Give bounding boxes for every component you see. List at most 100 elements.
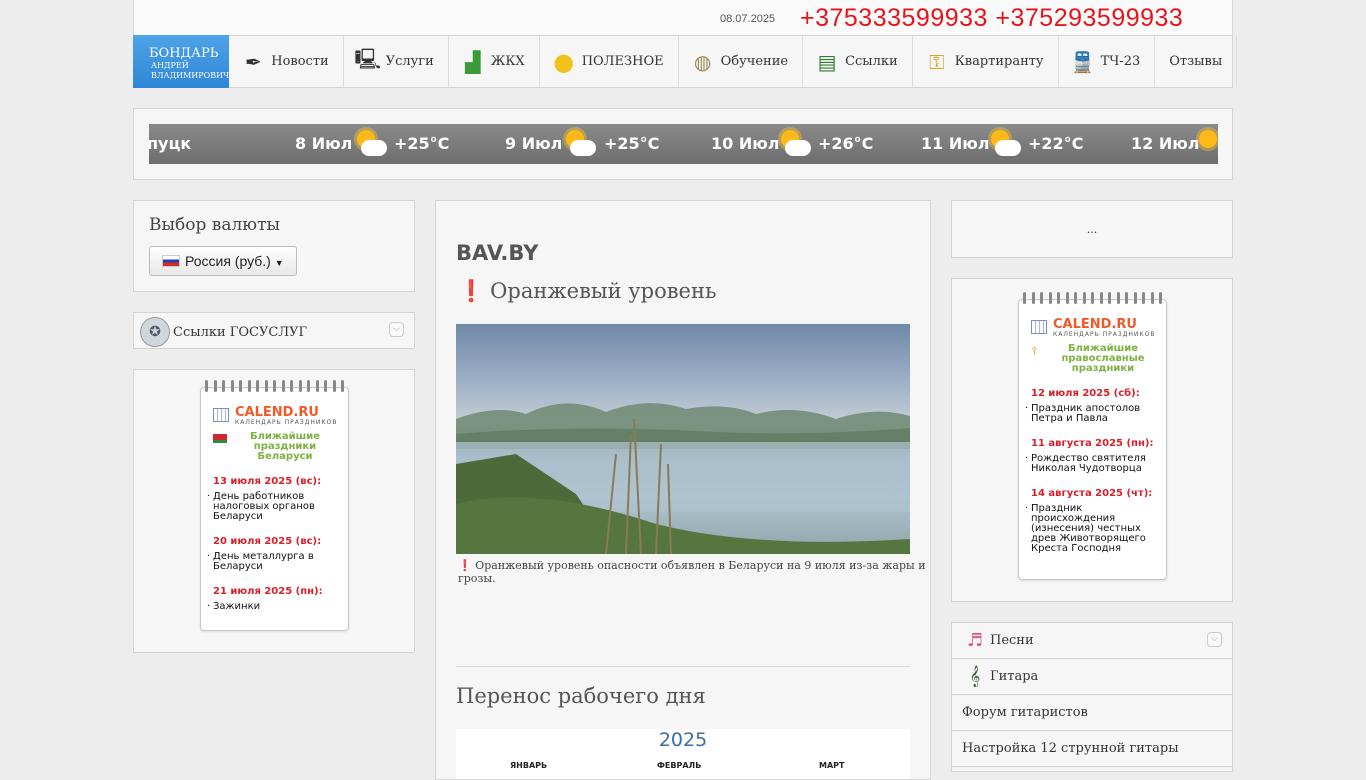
holiday-text[interactable]: Праздник апостолов Петра и Павла: [1031, 404, 1158, 424]
lightbulb-icon: ●: [553, 47, 575, 76]
holiday-text[interactable]: Зажинки: [213, 602, 260, 612]
nav-label: ПОЛЕЗНОЕ: [581, 54, 664, 69]
holiday-date: 11 августа 2025 (пн):: [1031, 438, 1154, 449]
calendar-year: 2025: [658, 729, 708, 751]
pen-icon: ✒: [244, 49, 262, 74]
exclamation-icon: ❗: [458, 279, 485, 303]
link-guitar-forum[interactable]: Форум гитаристов: [952, 695, 1232, 731]
nav-label: ТЧ-23: [1100, 54, 1141, 69]
nav-item-zhkh[interactable]: ▟ ЖКХ: [449, 36, 540, 87]
currency-selected: Россия (руб.): [185, 253, 271, 269]
currency-title: Выбор валюты: [149, 215, 281, 235]
calendar-icon: [213, 408, 229, 422]
weather-date: 10 Июл: [711, 134, 780, 153]
month-label: МАРТ: [819, 761, 845, 770]
holiday-text[interactable]: Праздник происхождения (изнесения) честн…: [1031, 504, 1158, 554]
nav-item-useful[interactable]: ● ПОЛЕЗНОЕ: [540, 36, 679, 87]
exclamation-icon: ❗: [458, 559, 472, 572]
sun-icon: [1195, 128, 1218, 160]
gosuslugi-label: Ссылки ГОСУСЛУГ: [173, 324, 308, 340]
partly-cloudy-icon: [777, 128, 811, 160]
music-icon: ♬: [966, 630, 984, 651]
currency-box: Выбор валюты Россия (руб.) ▼: [133, 200, 415, 292]
chevron-down-icon[interactable]: ⌵: [1207, 632, 1222, 647]
site-title[interactable]: BAV.BY: [456, 241, 538, 265]
calendar-rings: [1023, 292, 1162, 304]
weather-city: пуцк: [149, 134, 192, 153]
article-image[interactable]: [456, 324, 910, 554]
holiday-item: 21 июля 2025 (пн): · Зажинки: [201, 586, 348, 612]
holiday-date: 12 июля 2025 (сб):: [1031, 388, 1140, 399]
weather-date: 8 Июл: [295, 134, 353, 153]
work-calendar-image[interactable]: 2025 ЯНВАРЬ ФЕВРАЛЬ МАРТ: [456, 729, 910, 779]
holiday-item: 20 июля 2025 (вс): · День металлурга в Бел…: [201, 536, 348, 572]
calendar-rings: [205, 380, 344, 392]
holiday-date: 14 августа 2025 (чт):: [1031, 488, 1153, 499]
cross-icon: ☦: [1031, 346, 1038, 357]
globe-icon: ◍: [693, 49, 712, 74]
computer-icon: 🖳: [354, 46, 382, 71]
right-info-text: ...: [1086, 223, 1098, 236]
holidays-box-belarus: CALEND.RU КАЛЕНДАРЬ ПРАЗДНИКОВ Ближайшие …: [133, 369, 415, 653]
nav-item-reviews[interactable]: Отзывы: [1155, 36, 1238, 87]
links-box: ♬ Песни ⌵ 𝄞 Гитара Форум гитаристов Настрой…: [951, 622, 1233, 772]
chevron-down-icon[interactable]: ⌵: [389, 322, 404, 337]
holidays-box-orthodox: CALEND.RU КАЛЕНДАРЬ ПРАЗДНИКОВ ☦ Ближайши…: [951, 278, 1233, 602]
train-icon: 🚆: [1070, 49, 1096, 74]
holiday-text[interactable]: День металлурга в Беларуси: [213, 552, 340, 572]
nav-item-news[interactable]: ✒ Новости: [229, 36, 344, 87]
fog-river-landscape: [456, 403, 910, 554]
holiday-item: 11 августа 2025 (пн): · Рождество святител…: [1019, 438, 1166, 474]
nav-item-services[interactable]: 🖳 Услуги: [344, 36, 449, 87]
calend-widget-orthodox[interactable]: CALEND.RU КАЛЕНДАРЬ ПРАЗДНИКОВ ☦ Ближайши…: [1018, 292, 1167, 580]
holiday-date: 21 июля 2025 (пн):: [213, 586, 323, 597]
nav-label: Новости: [271, 54, 329, 69]
link-12-string-tuning[interactable]: Настройка 12 струнной гитары: [952, 731, 1232, 767]
calendar-icon: [1031, 320, 1047, 334]
currency-dropdown[interactable]: Россия (руб.) ▼: [149, 246, 297, 276]
calend-logo-sub: КАЛЕНДАРЬ ПРАЗДНИКОВ: [1053, 331, 1156, 338]
emblem-icon: ✪: [140, 317, 170, 347]
guitar-icon: 𝄞: [969, 666, 981, 687]
weather-strip[interactable]: пуцк 8 Июл +25°C 9 Июл +25°C 10 Июл +26°…: [149, 124, 1218, 164]
section-title[interactable]: Перенос рабочего дня: [456, 684, 706, 708]
right-info-box: ...: [951, 200, 1233, 258]
weather-date: 11 Июл: [921, 134, 990, 153]
image-caption: ❗ Оранжевый уровень опасности объявлен в…: [458, 559, 930, 585]
nav-label: Ссылки: [845, 54, 898, 69]
partly-cloudy-icon: [987, 128, 1021, 160]
weather-temp: +25°C: [604, 134, 660, 153]
caret-down-icon: ▼: [274, 258, 284, 268]
books-icon: ▤: [817, 49, 837, 74]
nav-label: Квартиранту: [954, 54, 1044, 69]
holiday-date: 20 июля 2025 (вс):: [213, 536, 322, 547]
holiday-item: 12 июля 2025 (сб): · Праздник апостолов Пе…: [1019, 388, 1166, 424]
weather-date: 9 Июл: [505, 134, 563, 153]
calend-widget-belarus[interactable]: CALEND.RU КАЛЕНДАРЬ ПРАЗДНИКОВ Ближайшие …: [200, 380, 349, 631]
divider: [456, 666, 910, 667]
main-content: BAV.BY ❗ Оранжевый уровень ❗ Оранжевый ур…: [435, 200, 931, 780]
calend-logo-sub: КАЛЕНДАРЬ ПРАЗДНИКОВ: [235, 419, 338, 426]
brand-logo[interactable]: БОНДАРЬ АНДРЕЙ ВЛАДИМИРОВИЧ: [133, 35, 230, 88]
gosuslugi-box[interactable]: ✪ Ссылки ГОСУСЛУГ ⌵: [133, 312, 415, 349]
nav-item-education[interactable]: ◍ Обучение: [679, 36, 804, 87]
nav-item-tch23[interactable]: 🚆 ТЧ-23: [1059, 36, 1156, 87]
article-title[interactable]: ❗ Оранжевый уровень: [458, 279, 716, 304]
link-songs[interactable]: ♬ Песни ⌵: [952, 623, 1232, 659]
nav-item-links[interactable]: ▤ Ссылки: [803, 36, 913, 87]
nav-label: Отзывы: [1169, 54, 1223, 69]
top-bar: 08.07.2025 +375333599933 +375293599933: [133, 0, 1233, 36]
link-guitar[interactable]: 𝄞 Гитара: [952, 659, 1232, 695]
partly-cloudy-icon: [353, 128, 387, 160]
link-label: Гитара: [990, 669, 1039, 684]
nav-label: ЖКХ: [490, 54, 525, 69]
calend-logo: CALEND.RU: [235, 405, 319, 420]
weather-temp: +25°C: [394, 134, 450, 153]
calend-logo: CALEND.RU: [1053, 317, 1137, 332]
phone-numbers[interactable]: +375333599933 +375293599933: [800, 4, 1183, 33]
month-label: ЯНВАРЬ: [510, 761, 548, 770]
nav-item-tenant[interactable]: ⚿ Квартиранту: [913, 36, 1059, 87]
caption-text: Оранжевый уровень опасности объявлен в Б…: [458, 559, 926, 585]
holiday-text[interactable]: День работников налоговых органов Белару…: [213, 492, 340, 522]
holiday-text[interactable]: Рождество святителя Николая Чудотворца: [1031, 454, 1158, 474]
